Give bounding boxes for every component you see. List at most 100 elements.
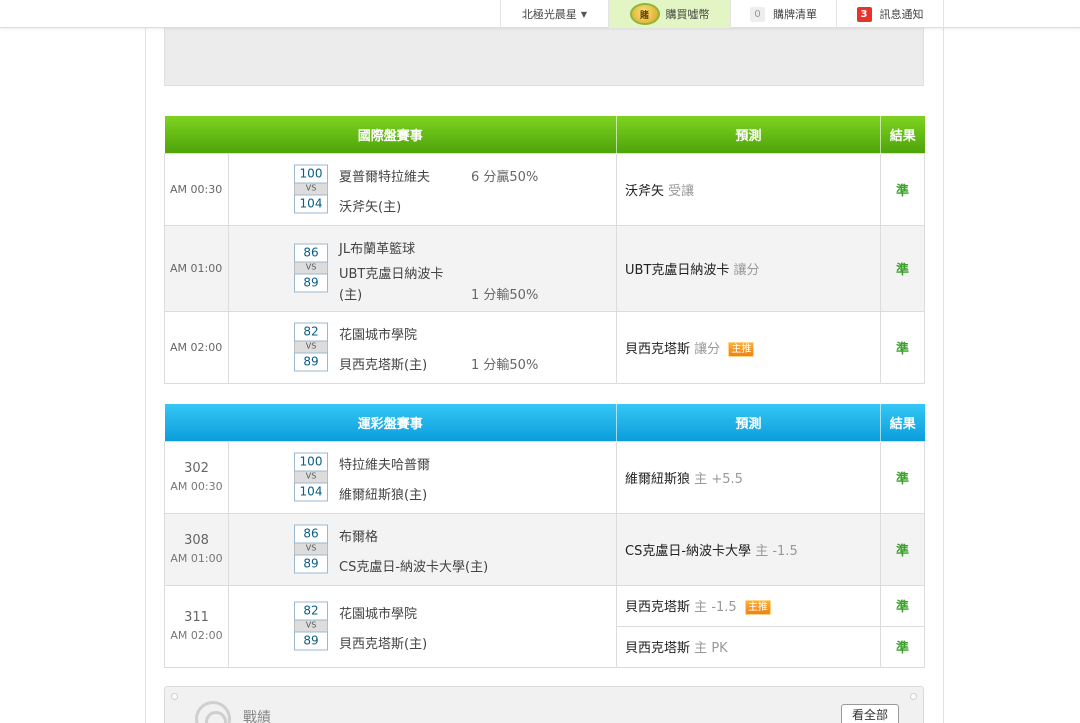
purchase-list-link[interactable]: 0 購牌清單 [730, 0, 836, 28]
pick-team: 沃斧矢 [625, 183, 665, 199]
score-home: 89 [294, 273, 328, 293]
team-away[interactable]: 夏普爾特拉維夫 [339, 166, 430, 185]
pick-team: UBT克盧日納波卡 [625, 262, 730, 278]
view-all-button[interactable]: 看全部 [840, 704, 899, 723]
game-time: AM 01:00 [164, 224, 229, 312]
team-home[interactable]: CS克盧日-納波卡大學(主) [339, 556, 488, 575]
pick-line: +5.5 [711, 471, 743, 487]
result-badge: 準 [880, 310, 926, 384]
caret-down-icon: ▼ [580, 9, 588, 19]
game-number: 302 [184, 461, 209, 476]
cart-count-badge: 0 [750, 6, 765, 22]
team-home[interactable]: 沃斧矢(主) [339, 196, 401, 215]
score-away: 86 [294, 524, 328, 544]
team-away[interactable]: 特拉維夫哈普爾 [339, 454, 430, 473]
team-home[interactable]: 貝西克塔斯(主) [339, 633, 427, 652]
team-away[interactable]: 花園城市學院 [339, 603, 417, 622]
team-home[interactable]: 貝西克塔斯(主) [339, 354, 427, 373]
record-panel-title: 戰績 [243, 710, 271, 723]
pick-side: 主 [694, 641, 708, 656]
team-away[interactable]: JL布蘭革籃球 [339, 238, 415, 257]
ad-placeholder [164, 28, 924, 86]
user-menu[interactable]: 北極光晨星 ▼ [500, 0, 608, 28]
record-swirl-icon [195, 701, 231, 723]
match-cell: 82 VS 89 花園城市學院 貝西克塔斯(主) [227, 584, 618, 668]
match-cell: 100 VS 104 特拉維夫哈普爾 維爾紐斯狼(主) [227, 440, 618, 514]
result-badge: 準 [880, 224, 926, 312]
score-home: 104 [294, 194, 328, 214]
username: 北極光晨星 [521, 8, 577, 21]
score-away: 100 [294, 164, 328, 184]
score-box: 100 VS 104 [294, 164, 328, 214]
pick-team: 維爾紐斯狼 [625, 471, 691, 487]
featured-pick-badge: 主推 [728, 341, 755, 357]
pick-side: 主 [694, 471, 708, 487]
team-home-suffix: (主) [339, 287, 363, 303]
score-box: 100 VS 104 [294, 452, 328, 502]
game-time: AM 02:00 [164, 310, 229, 384]
table-row: 302 AM 00:30 100 VS 104 特拉維夫哈普爾 維爾紐斯狼(主)… [164, 440, 926, 514]
buy-coins-label: 購買噓幣 [665, 8, 710, 21]
international-games-table: 國際盤賽事 預測 結果 AM 00:30 100 VS 104 夏普爾特拉維夫 … [164, 116, 926, 384]
result-badge: 準 [880, 625, 926, 668]
pick-side: 主 [755, 543, 769, 559]
score-box: 86 VS 89 [294, 243, 328, 293]
spread-record: 6 分贏50% [471, 169, 539, 185]
prediction-cell: CS克盧日-納波卡大學 主 -1.5 [616, 512, 882, 586]
team-home[interactable]: 維爾紐斯狼(主) [339, 484, 427, 503]
result-badge: 準 [880, 512, 926, 586]
vs-label: VS [294, 262, 328, 274]
col-header-prediction: 預測 [616, 404, 882, 441]
notifications-link[interactable]: 3 訊息通知 [836, 0, 944, 28]
buy-coins-link[interactable]: 賭 購買噓幣 [608, 0, 730, 28]
pick-type: 受讓 [668, 183, 695, 199]
score-box: 82 VS 89 [294, 601, 328, 651]
score-home: 89 [294, 631, 328, 651]
pick-type: 讓分 [694, 341, 721, 357]
table-row: AM 02:00 82 VS 89 花園城市學院 貝西克塔斯(主) 1 分輸50… [164, 310, 926, 384]
vs-label: VS [294, 543, 328, 555]
pick-team: CS克盧日-納波卡大學 [625, 543, 752, 559]
prediction-cell: UBT克盧日納波卡 讓分 [616, 224, 882, 312]
vs-label: VS [294, 183, 328, 195]
notifications-label: 訊息通知 [879, 8, 924, 21]
vs-label: VS [294, 620, 328, 632]
game-time: AM 01:00 [170, 552, 223, 565]
game-info: 302 AM 00:30 [164, 440, 229, 514]
game-time: AM 00:30 [164, 152, 229, 226]
score-away: 82 [294, 322, 328, 342]
purchase-list-label: 購牌清單 [773, 8, 817, 21]
coin-icon: 賭 [629, 3, 660, 25]
prediction-cell: 沃斧矢 受讓 [616, 152, 882, 226]
pick-type: 讓分 [733, 262, 760, 278]
match-cell: 82 VS 89 花園城市學院 貝西克塔斯(主) 1 分輸50% [227, 310, 618, 384]
pick-team: 貝西克塔斯 [625, 600, 691, 615]
vs-label: VS [294, 341, 328, 353]
pick-team: 貝西克塔斯 [625, 641, 691, 656]
col-header-lottery: 運彩盤賽事 [164, 404, 618, 441]
table-row: 311 AM 02:00 82 VS 89 花園城市學院 貝西克塔斯(主) 貝西… [164, 584, 926, 668]
match-cell: 86 VS 89 布爾格 CS克盧日-納波卡大學(主) [227, 512, 618, 586]
pick-team: 貝西克塔斯 [625, 341, 691, 357]
match-cell: 100 VS 104 夏普爾特拉維夫 6 分贏50% 沃斧矢(主) [227, 152, 618, 226]
table-row: 308 AM 01:00 86 VS 89 布爾格 CS克盧日-納波卡大學(主)… [164, 512, 926, 586]
spread-record: 1 分輸50% [471, 357, 539, 373]
result-badge: 準 [880, 152, 926, 226]
score-box: 82 VS 89 [294, 322, 328, 372]
prediction-cell: 貝西克塔斯 讓分 主推 [616, 310, 882, 384]
corner-dot [910, 693, 917, 700]
col-header-international: 國際盤賽事 [164, 116, 618, 153]
score-box: 86 VS 89 [294, 524, 328, 574]
team-away[interactable]: 花園城市學院 [339, 324, 417, 343]
match-cell: 86 VS 89 JL布蘭革籃球 UBT克盧日納波卡 (主) 1 分輸50% [227, 224, 618, 312]
prediction-cell: 貝西克塔斯 主 -1.5 主推 [616, 584, 882, 627]
score-away: 82 [294, 601, 328, 621]
score-home: 104 [294, 482, 328, 502]
team-away[interactable]: 布爾格 [339, 526, 378, 545]
notification-count-badge: 3 [856, 6, 872, 22]
game-number: 311 [184, 610, 209, 625]
vs-label: VS [294, 471, 328, 483]
lottery-games-table: 運彩盤賽事 預測 結果 302 AM 00:30 100 VS 104 特拉維夫… [164, 404, 926, 668]
top-nav-bar: 北極光晨星 ▼ 賭 購買噓幣 0 購牌清單 3 訊息通知 [0, 0, 1080, 28]
team-home[interactable]: UBT克盧日納波卡 [339, 263, 443, 282]
